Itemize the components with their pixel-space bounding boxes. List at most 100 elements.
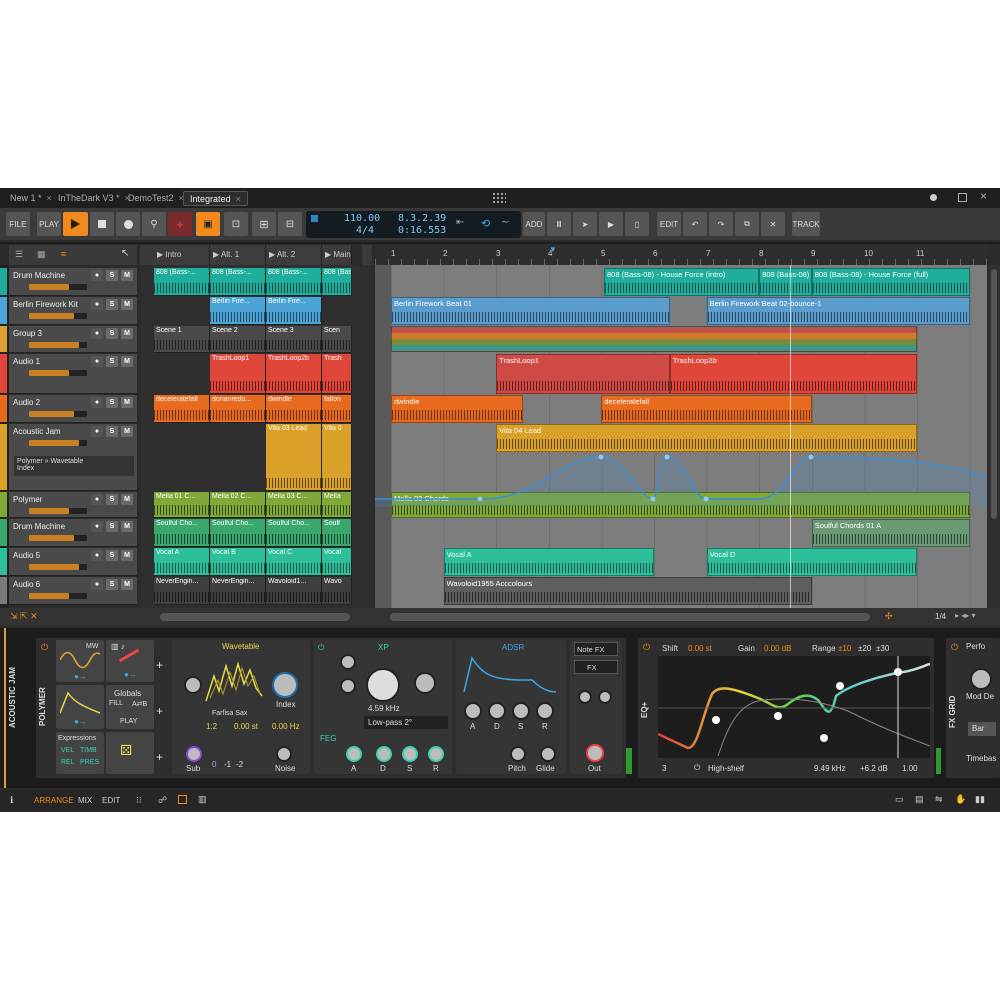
volume-slider[interactable] xyxy=(29,564,87,570)
track-button[interactable]: TRACK xyxy=(792,212,820,236)
metronome-button[interactable]: ▣ xyxy=(196,212,220,236)
solo-button[interactable]: S xyxy=(106,356,118,367)
out-knob[interactable] xyxy=(586,744,604,762)
filter-decay-knob[interactable] xyxy=(376,746,392,762)
time-display[interactable]: 0:16.553 xyxy=(398,225,446,236)
close-icon[interactable]: × xyxy=(236,194,241,204)
fold-icon[interactable]: ⇲ ⇱ ✕ xyxy=(10,611,38,622)
solo-button[interactable]: S xyxy=(106,299,118,310)
launcher-clip[interactable]: Vocal xyxy=(322,548,352,576)
mute-button[interactable]: M xyxy=(121,397,133,408)
wt-position-knob[interactable] xyxy=(184,676,202,694)
solo-button[interactable]: S xyxy=(106,521,118,532)
volume-slider[interactable] xyxy=(29,440,87,446)
launcher-clip[interactable]: Scene 3 xyxy=(266,326,322,353)
eq-graph[interactable] xyxy=(657,656,931,758)
arm-button[interactable]: ● xyxy=(91,328,103,339)
filter-release-knob[interactable] xyxy=(428,746,444,762)
arm-button[interactable]: + xyxy=(168,212,192,236)
arrangement-clip[interactable]: Vocal D xyxy=(706,548,917,576)
width-knob[interactable] xyxy=(598,690,612,704)
pan-knob[interactable] xyxy=(578,690,592,704)
position-display[interactable]: 8.3.2.39 xyxy=(398,213,446,224)
add-marker-button[interactable]: ⊞ xyxy=(252,212,276,236)
redo-button[interactable]: ↷ xyxy=(709,212,733,236)
tab-demotest2[interactable]: DemoTest2 × xyxy=(122,191,190,206)
inspector-icon[interactable]: ⇋ xyxy=(935,794,943,805)
play-menu-button[interactable]: PLAY xyxy=(37,212,61,236)
launcher-clip[interactable]: Scene 2 xyxy=(210,326,266,353)
launcher-clip[interactable]: Vita 0 xyxy=(322,424,352,491)
device-panel-icon[interactable] xyxy=(178,795,187,804)
launcher-clip[interactable]: Vocal A xyxy=(154,548,210,576)
adsr-graph[interactable] xyxy=(462,654,558,694)
add-modulator-icon[interactable]: + xyxy=(156,658,163,672)
mute-button[interactable]: M xyxy=(121,299,133,310)
track-header[interactable]: Berlin Firework Kit ● S M xyxy=(0,297,137,325)
tempo-display[interactable]: 110.00 xyxy=(344,213,380,224)
automation-lane-icon[interactable]: ⁝⁝ xyxy=(136,795,142,806)
zoom-arrows-icon[interactable]: ▸ ◂▸ ▾ xyxy=(955,611,976,620)
grid-view-icon[interactable]: ▦ xyxy=(37,249,46,260)
mod-depth-knob[interactable] xyxy=(970,668,992,690)
mute-button[interactable]: M xyxy=(121,328,133,339)
arrangement-clip[interactable]: Vocal A xyxy=(443,548,654,576)
arrangement-clip[interactable]: dwindle xyxy=(391,395,523,423)
glide-knob[interactable] xyxy=(540,746,556,762)
mute-button[interactable]: M xyxy=(121,356,133,367)
launcher-clip[interactable]: 808 (Bass-... xyxy=(266,268,322,296)
mute-button[interactable]: M xyxy=(121,550,133,561)
launcher-clip[interactable]: Vocal C xyxy=(266,548,322,576)
add-modulator-icon[interactable]: + xyxy=(156,750,163,764)
arrangement-clip[interactable]: 808 (Bass-08) xyxy=(759,268,812,296)
clip-button[interactable]: ▯ xyxy=(625,212,649,236)
scene-main[interactable]: ▶ Main xyxy=(322,245,352,265)
automation-curve[interactable] xyxy=(375,447,987,507)
file-menu-button[interactable]: FILE xyxy=(6,212,30,236)
launcher-clip[interactable]: Scene 1 xyxy=(154,326,210,353)
window-restore-icon[interactable] xyxy=(958,193,967,202)
browser-icon[interactable]: ▭ xyxy=(895,794,904,805)
volume-slider[interactable] xyxy=(29,342,87,348)
track-header[interactable]: Audio 5 ● S M xyxy=(0,548,137,576)
stop-button[interactable] xyxy=(90,212,114,236)
arm-button[interactable]: ● xyxy=(91,299,103,310)
pitch-knob[interactable] xyxy=(510,746,526,762)
mute-button[interactable]: M xyxy=(121,270,133,281)
launcher-clip[interactable]: Mella 02 C... xyxy=(210,492,266,518)
launcher-clip[interactable]: fallon xyxy=(322,395,352,423)
arrangement-clip[interactable]: Berlin Firework Beat 01 xyxy=(391,297,670,325)
arrangement-clip[interactable]: TrashLoop1 xyxy=(496,354,670,394)
track-header[interactable]: Audio 1 ● S M xyxy=(0,354,137,394)
solo-button[interactable]: S xyxy=(106,579,118,590)
add-button[interactable]: ADD xyxy=(523,212,545,236)
random-module[interactable]: ⚄ xyxy=(106,732,154,774)
snap-icon[interactable]: ✣ xyxy=(885,611,893,622)
lfo-module[interactable]: MW ●→ xyxy=(56,640,104,682)
note-fx-button[interactable]: Note FX xyxy=(574,642,618,656)
launcher-clip[interactable]: NeverEngin... xyxy=(210,577,266,605)
groove-icon[interactable]: ∼ xyxy=(501,217,509,228)
vertical-scrollbar[interactable] xyxy=(988,265,1000,608)
track-header[interactable]: Polymer ● S M xyxy=(0,492,137,518)
arm-button[interactable]: ● xyxy=(91,270,103,281)
add-modulator-icon[interactable]: + xyxy=(156,704,163,718)
release-knob[interactable] xyxy=(536,702,554,720)
arm-button[interactable]: ● xyxy=(91,356,103,367)
zoom-level[interactable]: 1/4 xyxy=(935,612,946,621)
solo-button[interactable]: S xyxy=(106,550,118,561)
launcher-clip[interactable]: Soulful Cho... xyxy=(154,519,210,547)
hand-icon[interactable]: ✋ xyxy=(955,794,966,805)
mute-button[interactable]: M xyxy=(121,579,133,590)
volume-slider[interactable] xyxy=(29,535,87,541)
launcher-clip[interactable]: Soulful Cho... xyxy=(266,519,322,547)
pointer-button[interactable]: ➤ xyxy=(573,212,597,236)
track-header[interactable]: Drum Machine ● S M xyxy=(0,519,137,547)
delete-button[interactable]: ✕ xyxy=(761,212,785,236)
volume-slider[interactable] xyxy=(29,313,87,319)
launcher-clip[interactable]: Wavo xyxy=(322,577,352,605)
launcher-clip[interactable]: Scen xyxy=(322,326,352,353)
power-icon[interactable]: ⏻ xyxy=(694,763,700,773)
studio-io-icon[interactable]: ▮▮ xyxy=(975,794,985,805)
cursor-icon[interactable]: ↖ xyxy=(121,248,129,259)
